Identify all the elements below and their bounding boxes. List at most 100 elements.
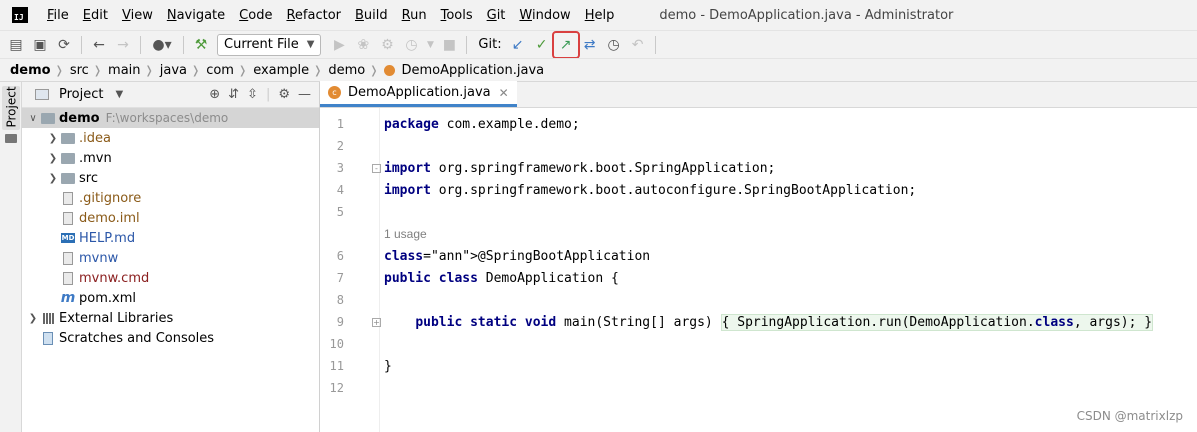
menu-navigate[interactable]: Navigate	[160, 8, 232, 23]
watermark: CSDN @matrixlzp	[1076, 409, 1183, 423]
usage-hint[interactable]: 1 usage	[380, 223, 1197, 245]
code-line[interactable]: }	[380, 355, 1197, 377]
git-update-icon[interactable]: ↙	[506, 33, 530, 57]
git-history-clock-icon[interactable]: ◷	[602, 33, 626, 57]
more-run-options-icon[interactable]: ▼	[423, 33, 437, 57]
tree-item[interactable]: ❯ src	[22, 168, 319, 188]
user-dropdown-icon[interactable]: ●▾	[146, 33, 178, 57]
breadcrumb-item[interactable]: src	[64, 63, 93, 78]
project-panel: Project ▼ ⊕ ⇵ ⇳ | ⚙ — ∨ demo F:\workspaces…	[22, 82, 320, 432]
chevron-right-icon[interactable]: ❯	[26, 313, 40, 324]
tree-item-label: HELP.md	[79, 230, 136, 246]
git-push-icon[interactable]: ↗	[551, 30, 580, 59]
toolbar-separator	[654, 35, 656, 54]
tree-item[interactable]: .gitignore	[22, 188, 319, 208]
code-line[interactable]: class="ann">@SpringBootApplication	[380, 245, 1197, 267]
tree-item[interactable]: mvnw.cmd	[22, 268, 319, 288]
left-tool-strip: Project	[0, 82, 22, 432]
project-tool-tab-label: Project	[4, 86, 19, 128]
forward-arrow-icon[interactable]: →	[111, 33, 135, 57]
tree-item[interactable]: m pom.xml	[22, 288, 319, 308]
collapse-all-icon[interactable]: ⇳	[247, 87, 258, 102]
project-tool-tab[interactable]: Project	[2, 86, 20, 130]
code-area[interactable]: package com.example.demo; import org.spri…	[380, 108, 1197, 432]
tree-item[interactable]: MD HELP.md	[22, 228, 319, 248]
back-arrow-icon[interactable]: ←	[87, 33, 111, 57]
code-line[interactable]: public class DemoApplication {	[380, 267, 1197, 289]
menu-refactor[interactable]: Refactor	[279, 8, 348, 23]
line-number: 5	[336, 205, 344, 219]
menu-build[interactable]: Build	[348, 8, 395, 23]
folder-icon	[60, 151, 76, 165]
chevron-right-icon[interactable]: ❯	[46, 133, 60, 144]
menu-window[interactable]: Window	[512, 8, 577, 23]
chevron-down-icon[interactable]: ▼	[115, 89, 123, 100]
code-line[interactable]: import org.springframework.boot.autoconf…	[380, 179, 1197, 201]
git-compare-icon[interactable]: ⇄	[578, 33, 602, 57]
java-class-icon	[384, 64, 396, 76]
build-hammer-icon[interactable]: ⚒	[189, 33, 213, 57]
breadcrumb-item[interactable]: com	[200, 63, 238, 78]
code-line[interactable]	[380, 135, 1197, 157]
code-editor: c DemoApplication.java ✕ 1 2 3-4 5 6 7 8 9 +10 11…	[320, 81, 1197, 432]
code-line[interactable]: public static void main(String[] args) {…	[380, 311, 1197, 333]
chevron-down-icon: ▼	[306, 39, 315, 50]
debug-icon[interactable]: ❀	[351, 33, 375, 57]
chevron-down-icon[interactable]: ∨	[26, 113, 40, 124]
menu-file[interactable]: File	[40, 8, 76, 23]
tab-demo-application[interactable]: c DemoApplication.java ✕	[320, 81, 517, 107]
menu-edit[interactable]: Edit	[76, 8, 115, 23]
run-icon[interactable]: ▶	[327, 33, 351, 57]
git-rollback-icon[interactable]: ↶	[626, 33, 650, 57]
tree-item[interactable]: demo.iml	[22, 208, 319, 228]
line-number: 8	[336, 293, 344, 307]
profile-icon[interactable]: ◷	[399, 33, 423, 57]
code-line[interactable]: package com.example.demo;	[380, 113, 1197, 135]
code-line[interactable]	[380, 289, 1197, 311]
code-line[interactable]	[380, 333, 1197, 355]
tree-item[interactable]: mvnw	[22, 248, 319, 268]
breadcrumb-item[interactable]: main	[102, 63, 144, 78]
breadcrumb-item[interactable]: demo	[0, 63, 55, 78]
menu-run[interactable]: Run	[395, 8, 434, 23]
tree-item[interactable]: Scratches and Consoles	[22, 328, 319, 348]
stop-icon[interactable]: ■	[437, 33, 461, 57]
expand-all-icon[interactable]: ⇵	[228, 87, 239, 102]
menu-help[interactable]: Help	[578, 8, 622, 23]
git-commit-check-icon[interactable]: ✓	[530, 33, 554, 57]
breadcrumb-item[interactable]: example	[247, 63, 313, 78]
save-all-icon[interactable]: ▣	[28, 33, 52, 57]
usage-hint-text: 1 usage	[384, 227, 427, 241]
close-icon[interactable]: ✕	[499, 86, 509, 100]
chevron-right-icon[interactable]: ❯	[46, 153, 60, 164]
tree-item[interactable]: ∨ demo F:\workspaces\demo	[22, 108, 319, 128]
breadcrumb-item[interactable]: java	[154, 63, 191, 78]
project-panel-header: Project ▼ ⊕ ⇵ ⇳ | ⚙ —	[22, 82, 319, 108]
tree-item[interactable]: ❯ .idea	[22, 128, 319, 148]
gear-icon[interactable]: ⚙	[278, 87, 290, 102]
coverage-icon[interactable]: ⚙	[375, 33, 399, 57]
folder-icon[interactable]	[5, 134, 17, 143]
breadcrumb-item[interactable]: DemoApplication.java	[395, 63, 548, 78]
code-line[interactable]	[380, 201, 1197, 223]
toolbar-separator	[183, 35, 184, 54]
menu-tools[interactable]: Tools	[434, 8, 480, 23]
project-panel-title: Project	[59, 87, 104, 102]
breadcrumb-item[interactable]: demo	[322, 63, 369, 78]
locate-target-icon[interactable]: ⊕	[209, 87, 220, 102]
open-folder-icon[interactable]: ▤	[4, 33, 28, 57]
tree-item[interactable]: ❯ .mvn	[22, 148, 319, 168]
tree-item[interactable]: ❯ External Libraries	[22, 308, 319, 328]
minimize-icon[interactable]: —	[298, 87, 311, 102]
breadcrumb-separator-icon: ❭	[190, 63, 201, 77]
menu-git[interactable]: Git	[480, 8, 513, 23]
code-line[interactable]	[380, 377, 1197, 399]
run-configuration-select[interactable]: Current File ▼	[217, 33, 322, 56]
code-line[interactable]: import org.springframework.boot.SpringAp…	[380, 157, 1197, 179]
line-number: 4	[336, 183, 344, 197]
chevron-right-icon[interactable]: ❯	[46, 173, 60, 184]
menu-view[interactable]: View	[115, 8, 160, 23]
git-label: Git:	[478, 37, 502, 52]
sync-icon[interactable]: ⟳	[52, 33, 76, 57]
menu-code[interactable]: Code	[232, 8, 279, 23]
